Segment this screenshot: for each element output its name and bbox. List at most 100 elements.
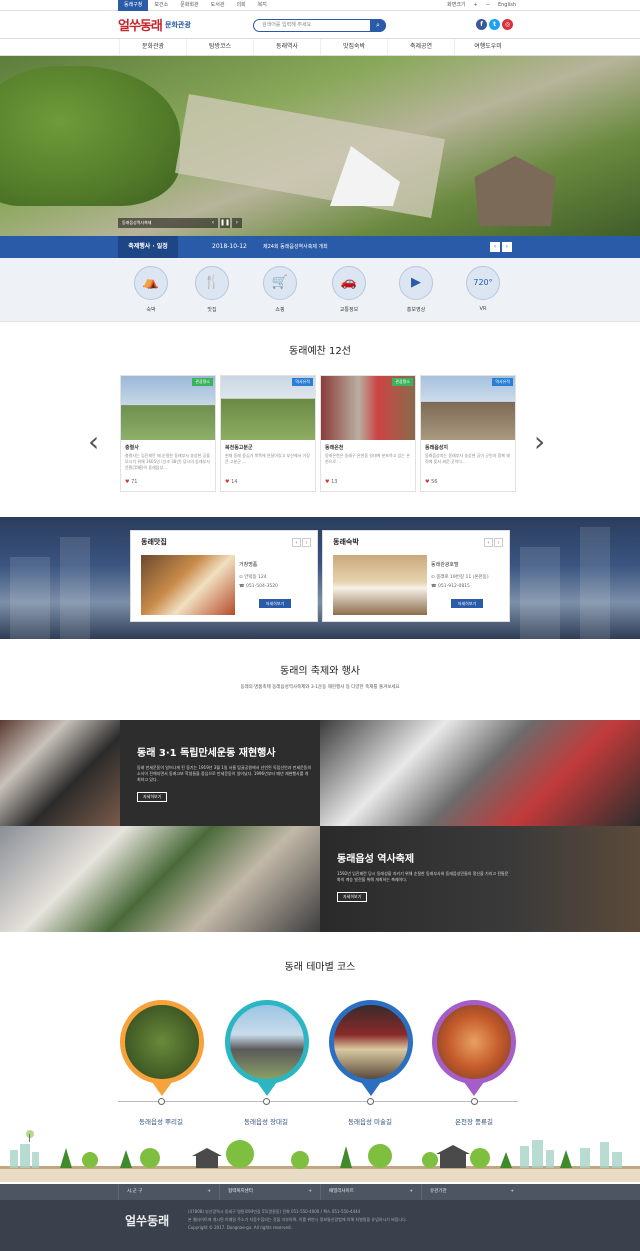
course-pin[interactable] — [120, 1000, 204, 1096]
english-link[interactable]: English — [498, 0, 516, 11]
notice-prev-button[interactable]: ‹ — [490, 242, 500, 252]
quick-item-traffic[interactable]: 🚗 교통정보 — [329, 266, 369, 313]
font-size-label: 화면크기 — [447, 2, 466, 8]
festival-title: 동래 3·1 독립만세운동 재현행사 — [137, 748, 276, 759]
chevron-left-icon[interactable]: ‹ — [292, 538, 301, 547]
quick-item-lodging[interactable]: ⛺ 숙박 — [131, 266, 171, 313]
detail-button[interactable]: 자세히보기 — [451, 599, 483, 608]
site-tab[interactable]: 도서관 — [205, 0, 231, 11]
course-pin[interactable] — [329, 1000, 413, 1096]
twitter-icon[interactable]: t — [489, 19, 500, 30]
festival-detail-button[interactable]: 자세히보기 — [337, 892, 368, 902]
nav-item[interactable]: 문화관광 — [119, 39, 186, 55]
landscape-illustration — [0, 1130, 640, 1182]
heart-icon: ♥ — [425, 479, 430, 485]
footer-dropdown[interactable]: 협력복지센터 + — [219, 1184, 320, 1200]
phone-text: 051-912-0815 — [438, 584, 470, 589]
notice-arrows: ‹ › — [490, 242, 512, 252]
search-icon[interactable]: ⌕ — [370, 19, 386, 32]
course-label[interactable]: 동래읍성 장대길 — [216, 1116, 316, 1126]
panel-arrows: ‹ › — [484, 538, 503, 547]
quick-item-vr[interactable]: 720° VR — [463, 266, 503, 312]
pin-tip — [257, 1082, 277, 1096]
site-tab[interactable]: 동래구청 — [118, 0, 149, 11]
panel-address: ⊙ 안락동 124 — [239, 574, 267, 580]
search-input[interactable]: 검색어를 입력해 주세요 ⌕ — [253, 19, 386, 32]
footer-dropdown[interactable]: 유관기관 + — [421, 1184, 522, 1200]
panel-phone: ☎ 051-912-0815 — [431, 584, 470, 589]
nav-item[interactable]: 맛집숙박 — [320, 39, 387, 55]
card-badge: 역사유적 — [292, 378, 313, 386]
section-title-course: 동래 테마별 코스 — [284, 962, 356, 973]
card-likes[interactable]: ♥ 56 — [425, 479, 511, 485]
site-tab[interactable]: 보건소 — [148, 0, 174, 11]
nav-item[interactable]: 동래역사 — [253, 39, 320, 55]
attraction-card[interactable]: 역사유적 동래읍성지 동래읍성지는 동래부사 송상현 공이 군민과 함께 왜적에… — [420, 375, 516, 492]
hero-banner: 동래읍성역사축제 ‹ ❚❚ › — [0, 56, 640, 236]
detail-button[interactable]: 자세히보기 — [259, 599, 291, 608]
building-art — [580, 527, 610, 639]
hero-road-art — [175, 94, 445, 218]
attraction-card[interactable]: 역사유적 복천동고분군 현재 동래 중심가 북쪽에 연달아있고 부산에서 가장 … — [220, 375, 316, 492]
card-desc: 현재 동래 중심가 북쪽에 연달아있고 부산에서 가장 큰 고분군 ... — [225, 453, 310, 464]
prev-arrow-icon[interactable]: ‹ — [88, 425, 99, 458]
site-tab[interactable]: 복지 — [252, 0, 273, 11]
nav-item[interactable]: 여행도우미 — [454, 39, 521, 55]
course-label[interactable]: 동래읍성 뿌리길 — [111, 1116, 211, 1126]
course-label[interactable]: 동래읍성 미술길 — [320, 1116, 420, 1126]
zoom-in-button[interactable]: + — [474, 0, 478, 11]
festival-caption: 동래읍성 역사축제 1592년 임진왜란 당시 동래성을 지키기 위해 순절한 … — [337, 850, 512, 902]
logo[interactable]: 얼쑤동래 — [118, 15, 163, 34]
sns-links: f t ◎ — [476, 19, 513, 30]
panel-name: 거창명품 — [239, 562, 258, 568]
card-badge: 역사유적 — [492, 378, 513, 386]
course-label[interactable]: 온천장 풍류길 — [424, 1116, 524, 1126]
festival-desc: 1592년 임진왜란 당시 동래성을 지키기 위해 순절한 동래부사와 동래읍성… — [337, 871, 509, 882]
notice-next-button[interactable]: › — [502, 242, 512, 252]
footer-dropdown[interactable]: 시,군 구 + — [118, 1184, 219, 1200]
utility-links: 화면크기 + − English — [447, 0, 516, 11]
next-arrow-icon[interactable]: › — [534, 425, 545, 458]
quick-label: 홍보영상 — [406, 307, 426, 313]
notice-title[interactable]: 제24회 동래읍성역사축제 개최 — [263, 236, 328, 258]
course-image — [432, 1000, 516, 1084]
hero-next-button[interactable]: › — [232, 218, 242, 228]
quick-label: 숙박 — [146, 307, 156, 313]
quick-item-food[interactable]: 🍴 맛집 — [192, 266, 232, 313]
facebook-icon[interactable]: f — [476, 19, 487, 30]
site-tab[interactable]: 문화회관 — [174, 0, 204, 11]
address-text: 안락동 124 — [244, 575, 267, 580]
card-likes[interactable]: ♥ 14 — [225, 479, 311, 485]
festival-photo — [320, 720, 640, 826]
instagram-icon[interactable]: ◎ — [502, 19, 513, 30]
chevron-right-icon[interactable]: › — [494, 538, 503, 547]
footer-dropdown-label: 패밀리사이트 — [329, 1189, 354, 1194]
footer-dropdown[interactable]: 패밀리사이트 + — [320, 1184, 421, 1200]
tent-icon: ⛺ — [134, 266, 168, 300]
chevron-left-icon[interactable]: ‹ — [484, 538, 493, 547]
quick-item-shopping[interactable]: 🛒 쇼핑 — [260, 266, 300, 313]
attraction-card[interactable]: 관광명소 동래온천 동래온천은 동래구 온천동 일대에 분포하고 있는 온천으로… — [320, 375, 416, 492]
course-pin[interactable] — [432, 1000, 516, 1096]
card-likes[interactable]: ♥ 13 — [325, 479, 411, 485]
hero-caption: 동래읍성역사축제 — [118, 218, 208, 228]
card-likes[interactable]: ♥ 71 — [125, 479, 211, 485]
attraction-card[interactable]: 관광명소 충렬사 충렬사는 임진왜란 때 순절한 동래부사 송상현 공을 모시기… — [120, 375, 216, 492]
site-tab[interactable]: 의회 — [230, 0, 251, 11]
chevron-right-icon[interactable]: › — [302, 538, 311, 547]
footer-link-bar: 시,군 구 + 협력복지센터 + 패밀리사이트 + 유관기관 + — [0, 1184, 640, 1200]
card-name: 동래온천 — [325, 445, 344, 451]
nav-item[interactable]: 탐방코스 — [186, 39, 253, 55]
hero-pause-button[interactable]: ❚❚ — [220, 218, 230, 228]
hero-prev-button[interactable]: ‹ — [208, 218, 218, 228]
zoom-out-button[interactable]: − — [486, 0, 490, 11]
logo-subtitle[interactable]: 문화관광 — [165, 20, 191, 30]
panel-name: 동래관광호텔 — [431, 562, 459, 568]
festival-detail-button[interactable]: 자세히보기 — [137, 792, 168, 802]
course-pin[interactable] — [225, 1000, 309, 1096]
panel-address: ⊙ 중래로 19번길 11 (온천동) — [431, 574, 489, 580]
notice-bar: 축제행사 · 일정 2018-10-12 제24회 동래읍성역사축제 개최 ‹ … — [0, 236, 640, 258]
like-count: 56 — [431, 479, 438, 485]
nav-item[interactable]: 축제공연 — [387, 39, 454, 55]
quick-item-video[interactable]: ▶ 홍보영상 — [396, 266, 436, 313]
